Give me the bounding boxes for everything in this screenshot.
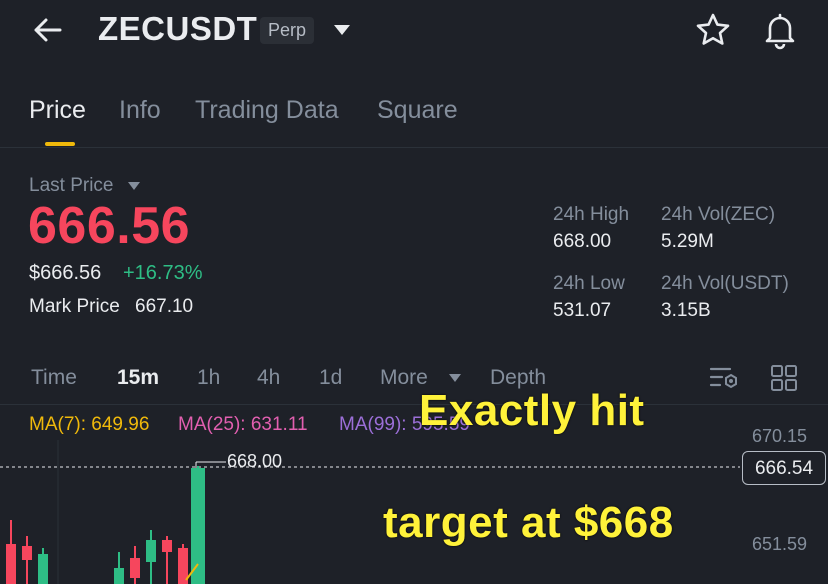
candle bbox=[22, 546, 32, 560]
symbol-title[interactable]: ZECUSDT bbox=[98, 10, 257, 48]
layout-grid-icon[interactable] bbox=[770, 364, 798, 392]
interval-divider bbox=[0, 404, 828, 405]
stat-24h-high-value: 668.00 bbox=[553, 231, 612, 252]
interval-time[interactable]: Time bbox=[31, 366, 77, 390]
candles bbox=[6, 466, 205, 584]
interval-1h[interactable]: 1h bbox=[197, 366, 220, 390]
overlay-caption-line2: target at $668 bbox=[383, 498, 674, 547]
price-axis-bottom: 651.59 bbox=[752, 534, 808, 554]
chart-settings-icon[interactable] bbox=[708, 364, 740, 392]
candle bbox=[146, 540, 156, 562]
candle bbox=[114, 568, 124, 584]
more-dropdown-icon[interactable] bbox=[448, 373, 462, 383]
tab-trading-data[interactable]: Trading Data bbox=[195, 96, 339, 125]
candle bbox=[6, 544, 16, 584]
candle bbox=[191, 468, 205, 584]
stat-24h-high-label: 24h High bbox=[553, 204, 630, 225]
current-price-tag[interactable]: 666.54 bbox=[742, 451, 826, 485]
overlay-caption-line1: Exactly hit bbox=[419, 386, 645, 435]
tab-price[interactable]: Price bbox=[29, 96, 86, 125]
chart-high-marker-label: 668.00 bbox=[227, 451, 283, 471]
price-axis-top: 670.15 bbox=[752, 426, 808, 446]
last-price-value: 666.56 bbox=[28, 197, 191, 255]
usd-price: $666.56 bbox=[29, 262, 102, 284]
interval-15m[interactable]: 15m bbox=[117, 366, 159, 390]
notification-bell-icon[interactable] bbox=[760, 10, 800, 50]
stat-24h-vol-base-value: 5.29M bbox=[661, 231, 714, 252]
price-change-percent: +16.73% bbox=[123, 262, 203, 284]
interval-4h[interactable]: 4h bbox=[257, 366, 280, 390]
mark-price-value: 667.10 bbox=[135, 296, 194, 317]
ma7-legend: MA(7): 649.96 bbox=[29, 414, 150, 435]
stat-24h-low-value: 531.07 bbox=[553, 300, 612, 321]
tab-info[interactable]: Info bbox=[119, 96, 161, 125]
stat-24h-vol-quote-label: 24h Vol(USDT) bbox=[661, 273, 789, 294]
mark-price-label: Mark Price bbox=[29, 296, 120, 317]
candle bbox=[38, 554, 48, 584]
active-tab-indicator bbox=[45, 142, 75, 146]
stat-24h-vol-quote-value: 3.15B bbox=[661, 300, 711, 321]
favorite-star-icon[interactable] bbox=[693, 10, 733, 50]
candle bbox=[162, 540, 172, 552]
stat-24h-vol-base-label: 24h Vol(ZEC) bbox=[661, 204, 776, 225]
stat-24h-low-label: 24h Low bbox=[553, 273, 625, 294]
candle bbox=[130, 558, 140, 578]
perp-badge: Perp bbox=[260, 17, 315, 44]
interval-1d[interactable]: 1d bbox=[319, 366, 342, 390]
ma25-legend: MA(25): 631.11 bbox=[178, 414, 308, 435]
last-price-dropdown-icon[interactable] bbox=[127, 181, 141, 191]
back-arrow-icon[interactable] bbox=[30, 12, 66, 48]
tabs-divider bbox=[0, 147, 828, 148]
last-price-label[interactable]: Last Price bbox=[29, 175, 113, 197]
tab-square[interactable]: Square bbox=[377, 96, 458, 125]
symbol-dropdown-icon[interactable] bbox=[332, 22, 352, 38]
